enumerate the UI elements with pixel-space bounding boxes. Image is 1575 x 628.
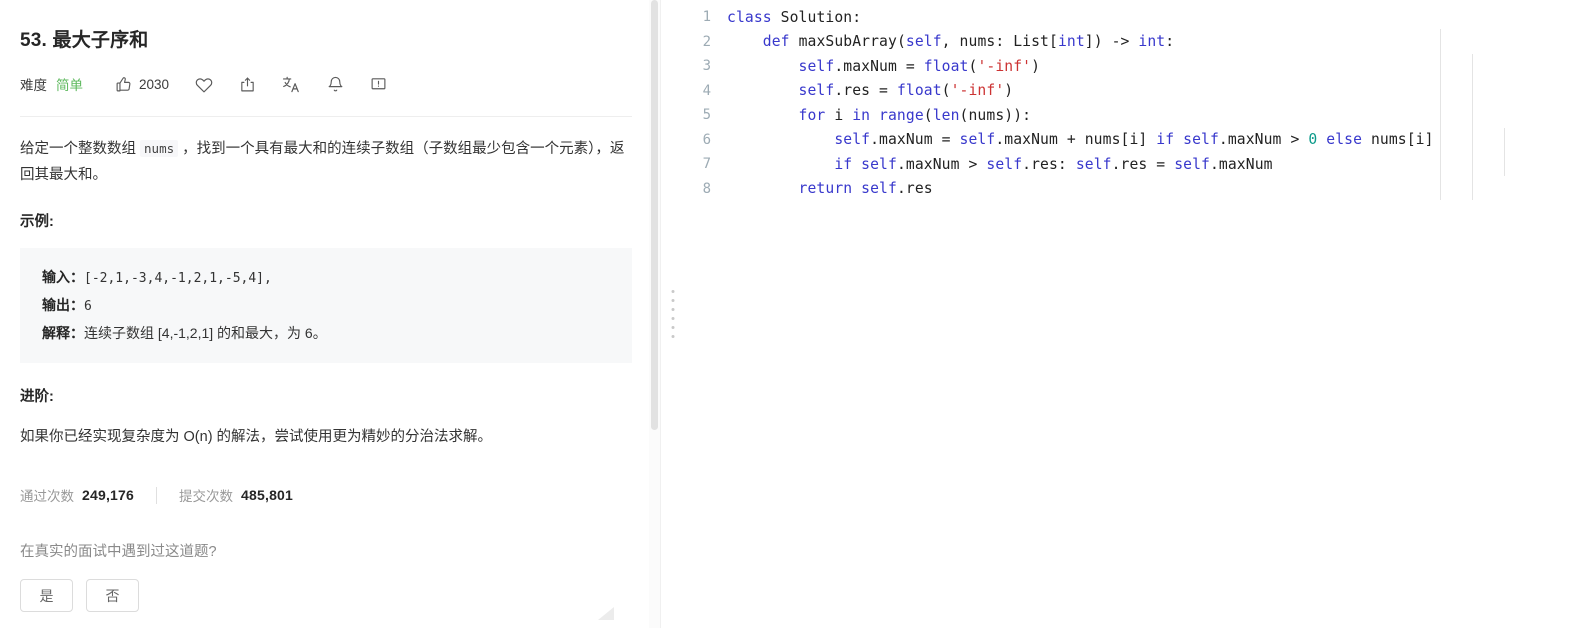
like-count: 2030 [139, 76, 170, 92]
bell-icon [327, 76, 344, 93]
report-button[interactable] [370, 76, 387, 93]
description-text-before: 给定一个整数数组 [20, 141, 141, 157]
left-scrollbar-track[interactable] [649, 0, 660, 628]
code-line[interactable]: 8 return self.res [685, 177, 1575, 202]
code-line-text: self.maxNum = float('-inf') [798, 57, 1041, 75]
example-block: 输入：[-2,1,-3,4,-1,2,1,-5,4], 输出：6 解释：连续子数… [20, 248, 632, 363]
example-explain-line: 解释：连续子数组 [4,-1,2,1] 的和最大，为 6。 [42, 320, 612, 347]
line-number: 6 [702, 131, 711, 148]
page-title: 53. 最大子序和 [20, 30, 149, 51]
code-line-text: for i in range(len(nums)): [798, 106, 1032, 124]
code-editor-panel[interactable]: 1 class Solution: 2 def maxSubArray(self… [685, 0, 1575, 628]
share-icon [239, 76, 256, 93]
thumbs-up-icon [115, 76, 132, 93]
vote-no-button[interactable]: 否 [86, 579, 139, 612]
line-number: 4 [702, 82, 711, 99]
stats-divider [156, 486, 158, 504]
comment-icon [370, 76, 387, 93]
left-scrollbar-thumb[interactable] [651, 0, 658, 430]
resize-corner-icon[interactable] [598, 607, 614, 620]
line-number: 7 [702, 156, 711, 173]
example-heading: 示例: [20, 214, 54, 230]
code-line-text: class Solution: [727, 8, 862, 26]
divider [20, 116, 632, 117]
difficulty-label: 难度 [20, 78, 47, 93]
code-line[interactable]: 3 self.maxNum = float('-inf') [685, 54, 1575, 79]
line-number: 1 [702, 9, 711, 26]
example-output-value: 6 [84, 299, 92, 314]
example-explain-label: 解释： [42, 325, 84, 341]
accepted-value: 249,176 [82, 487, 135, 503]
problem-stats: 通过次数 249,176 提交次数 485,801 [20, 484, 630, 506]
code-line-text: def maxSubArray(self, nums: List[int]) -… [762, 33, 1175, 51]
problem-meta-row: 难度 简单 2030 [20, 71, 630, 97]
example-explain-value: 连续子数组 [4,-1,2,1] 的和最大，为 6。 [84, 325, 327, 341]
interview-vote-buttons: 是 否 [20, 579, 630, 612]
translate-button[interactable] [282, 75, 301, 94]
code-line[interactable]: 4 self.res = float('-inf') [685, 79, 1575, 104]
line-number: 3 [702, 58, 711, 75]
splitter-grip-icon [671, 290, 675, 338]
code-line[interactable]: 2 def maxSubArray(self, nums: List[int])… [685, 30, 1575, 55]
code-line-text: return self.res [798, 180, 933, 198]
action-icon-group: 2030 [115, 75, 413, 94]
translate-icon [282, 75, 301, 94]
problem-description-panel: 53. 最大子序和 难度 简单 2030 给定一个整数数组 nums ，找到一个… [0, 0, 661, 628]
code-line-text: if self.maxNum > self.res: self.res = se… [834, 155, 1273, 173]
favorite-button[interactable] [195, 75, 213, 93]
panel-splitter[interactable] [661, 0, 685, 628]
vote-yes-button[interactable]: 是 [20, 579, 73, 612]
thumbs-up-button[interactable]: 2030 [115, 76, 169, 93]
share-button[interactable] [239, 76, 256, 93]
line-number: 2 [702, 33, 711, 50]
interview-question-text: 在真实的面试中遇到过这道题? [20, 544, 217, 560]
advanced-heading: 进阶: [20, 389, 54, 405]
code-area[interactable]: 1 class Solution: 2 def maxSubArray(self… [685, 0, 1575, 201]
submissions-label: 提交次数 [179, 489, 234, 504]
advanced-text: 如果你已经实现复杂度为 O(n) 的解法，尝试使用更为精妙的分治法求解。 [20, 429, 493, 445]
code-line[interactable]: 1 class Solution: [685, 5, 1575, 30]
submissions-value: 485,801 [241, 487, 294, 503]
heart-icon [195, 75, 213, 93]
accepted-label: 通过次数 [20, 489, 74, 504]
code-line-text: self.res = float('-inf') [798, 82, 1014, 100]
code-line[interactable]: 6 self.maxNum = self.maxNum + nums[i] if… [685, 128, 1575, 153]
example-output-line: 输出：6 [42, 292, 612, 320]
difficulty-value: 简单 [56, 78, 83, 93]
notification-button[interactable] [327, 76, 344, 93]
line-number: 8 [702, 180, 711, 197]
code-line-text: self.maxNum = self.maxNum + nums[i] if s… [834, 131, 1434, 149]
leetcode-problem-page: 53. 最大子序和 难度 简单 2030 给定一个整数数组 nums ，找到一个… [0, 0, 1575, 628]
code-line[interactable]: 7 if self.maxNum > self.res: self.res = … [685, 152, 1575, 177]
problem-description: 给定一个整数数组 nums ，找到一个具有最大和的连续子数组（子数组最少包含一个… [20, 136, 625, 188]
line-number: 5 [702, 107, 711, 124]
example-input-line: 输入：[-2,1,-3,4,-1,2,1,-5,4], [42, 264, 612, 292]
inline-code-nums: nums [140, 140, 179, 157]
example-input-value: [-2,1,-3,4,-1,2,1,-5,4], [84, 271, 272, 286]
example-output-label: 输出： [42, 297, 84, 313]
example-input-label: 输入： [42, 269, 84, 285]
code-line[interactable]: 5 for i in range(len(nums)): [685, 103, 1575, 128]
